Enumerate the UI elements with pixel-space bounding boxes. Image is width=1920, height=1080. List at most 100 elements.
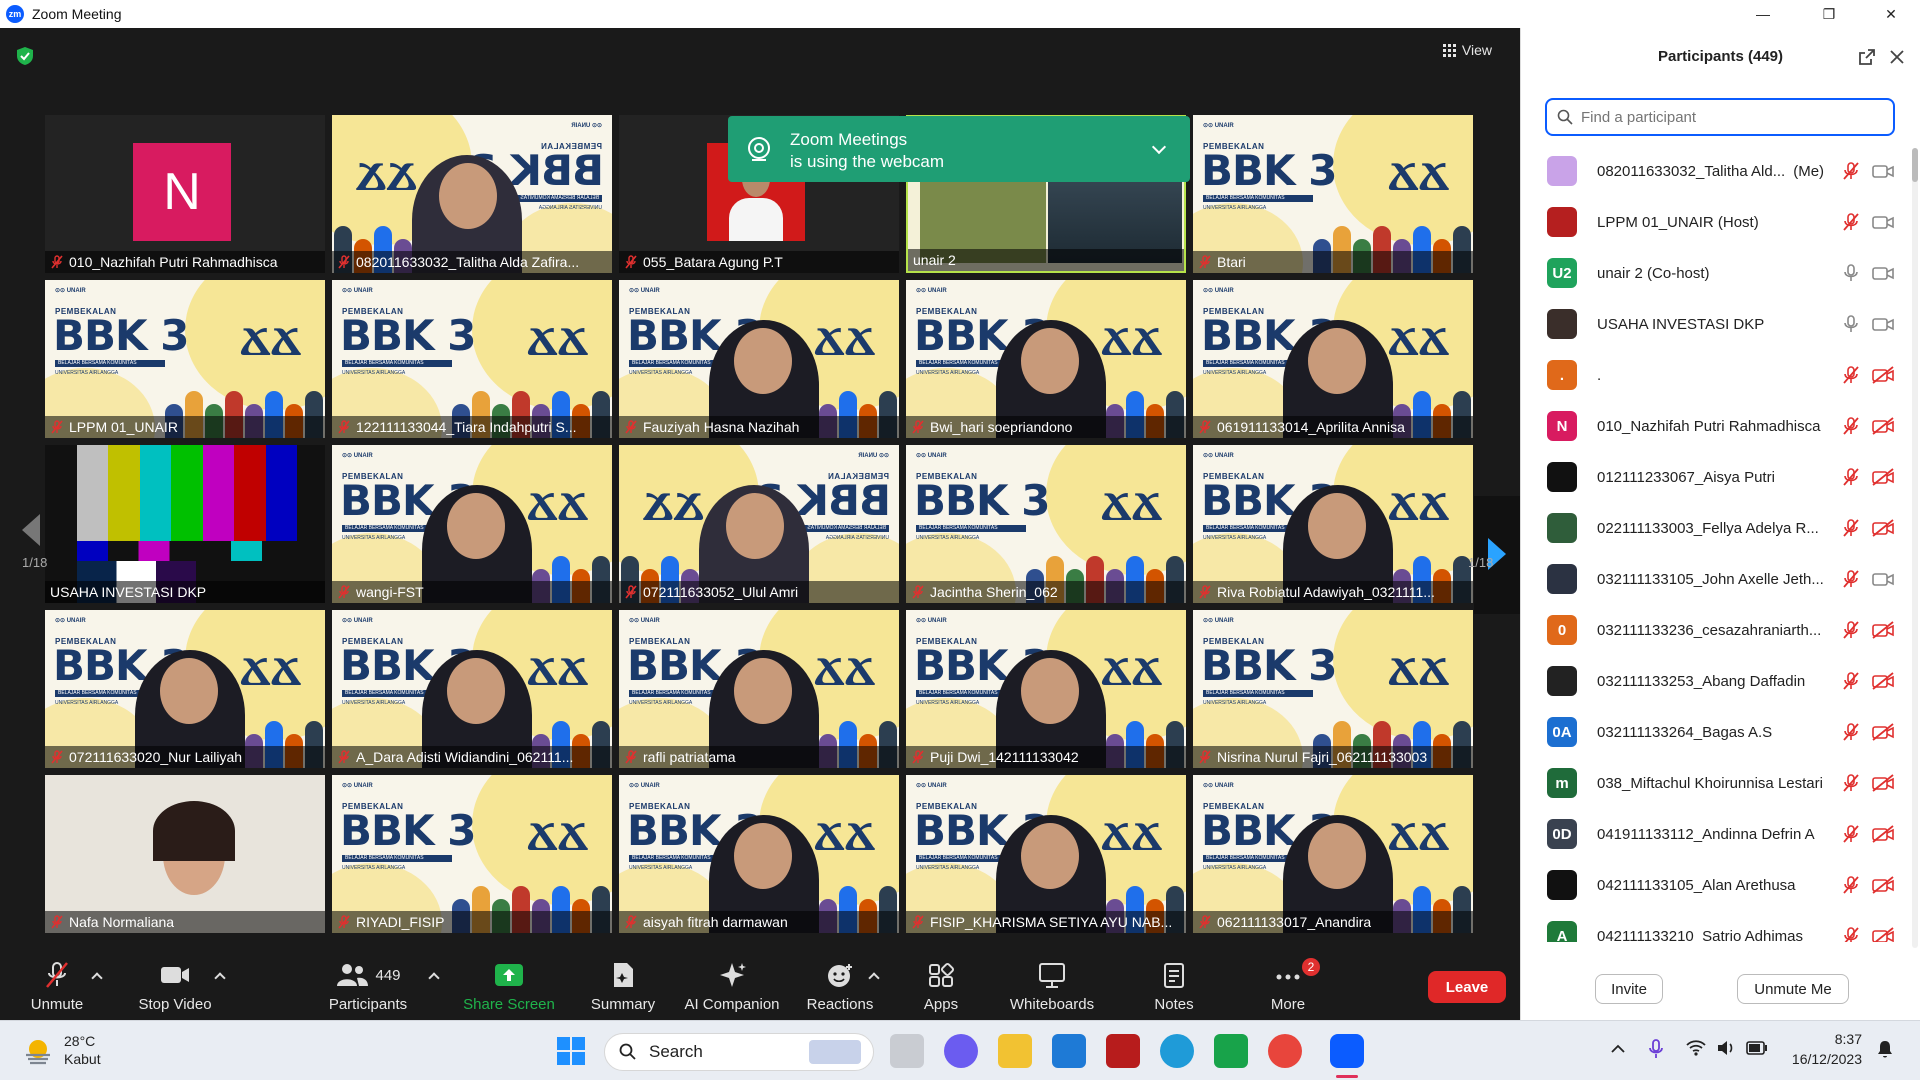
video-tile[interactable]: ⊙⊙ UNAIR PEMBEKALAN BBK 3 BELAJAR BERSAMA K… — [906, 775, 1186, 933]
webcam-toast[interactable]: Zoom Meetings is using the webcam — [728, 116, 1190, 182]
video-tile[interactable]: ⊙⊙ UNAIR PEMBEKALAN BBK 3 BELAJAR BERSAMA K… — [619, 775, 899, 933]
unmute-button[interactable]: Unmute — [20, 952, 94, 1020]
participants-button[interactable]: 449 Participants — [326, 952, 410, 1020]
participant-row[interactable]: 0A 032111133264_Bagas A.S — [1521, 707, 1920, 757]
summary-button[interactable]: Summary — [580, 952, 666, 1020]
leave-button[interactable]: Leave — [1428, 971, 1506, 1003]
unmute-me-button[interactable]: Unmute Me — [1737, 974, 1849, 1004]
video-off-icon[interactable] — [1871, 824, 1895, 844]
video-off-icon[interactable] — [1871, 722, 1895, 742]
participant-row[interactable]: 082011633032_Talitha Ald... (Me) — [1521, 146, 1920, 196]
mic-muted-icon[interactable] — [1841, 671, 1861, 691]
clock-date[interactable]: 16/12/2023 — [1786, 1051, 1862, 1067]
stop-video-button[interactable]: Stop Video — [132, 952, 218, 1020]
video-camera-icon[interactable] — [1871, 314, 1895, 334]
participant-row[interactable]: .. — [1521, 350, 1920, 400]
mic-muted-icon[interactable] — [1841, 722, 1861, 742]
participant-row[interactable]: U2 unair 2 (Co-host) — [1521, 248, 1920, 298]
participant-row[interactable]: 032111133253_Abang Daffadin — [1521, 656, 1920, 706]
popout-icon[interactable] — [1858, 48, 1876, 66]
reactions-button[interactable]: Reactions — [798, 952, 882, 1020]
apps-button[interactable]: Apps — [914, 952, 968, 1020]
participant-row[interactable]: USAHA INVESTASI DKP — [1521, 299, 1920, 349]
mic-muted-icon[interactable] — [1841, 467, 1861, 487]
windows-start-icon[interactable] — [554, 1034, 588, 1068]
mic-muted-icon[interactable] — [1841, 365, 1861, 385]
video-tile[interactable]: ⊙⊙ UNAIR PEMBEKALAN BBK 3 BELAJAR BERSAMA K… — [1193, 610, 1473, 768]
mic-muted-icon[interactable] — [1841, 926, 1861, 942]
mail-icon[interactable] — [1052, 1034, 1086, 1068]
video-off-icon[interactable] — [1871, 773, 1895, 793]
mic-muted-icon[interactable] — [1841, 875, 1861, 895]
participant-row[interactable]: 032111133105_John Axelle Jeth... — [1521, 554, 1920, 604]
participants-scrollbar[interactable] — [1912, 148, 1918, 948]
invite-button[interactable]: Invite — [1595, 974, 1663, 1004]
video-off-icon[interactable] — [1871, 416, 1895, 436]
video-tile[interactable]: ⊙⊙ UNAIR PEMBEKALAN BBK 3 BELAJAR BERSAMA K… — [332, 445, 612, 603]
video-tile[interactable]: ⊙⊙ UNAIR PEMBEKALAN BBK 3 BELAJAR BERSAMA K… — [1193, 775, 1473, 933]
video-tile[interactable]: ⊙⊙ UNAIR PEMBEKALAN BBK 3 BELAJAR BERSAMA K… — [332, 610, 612, 768]
video-tile[interactable]: ⊙⊙ UNAIR PEMBEKALAN BBK 3 BELAJAR BERSAMA K… — [332, 775, 612, 933]
participant-row[interactable]: LPPM 01_UNAIR (Host) — [1521, 197, 1920, 247]
mic-muted-icon[interactable] — [1841, 569, 1861, 589]
mic-muted-icon[interactable] — [1841, 518, 1861, 538]
video-off-icon[interactable] — [1871, 467, 1895, 487]
video-tile[interactable]: ⊙⊙ UNAIR PEMBEKALAN BBK 3 BELAJAR BERSAMA K… — [1193, 280, 1473, 438]
whiteboards-button[interactable]: Whiteboards — [1004, 952, 1100, 1020]
video-tile[interactable]: Nafa Normaliana — [45, 775, 325, 933]
participant-row[interactable]: A 042111133210_Satrio Adhimas — [1521, 911, 1920, 942]
participants-caret-icon[interactable] — [428, 972, 440, 984]
video-tile[interactable]: ⊙⊙ UNAIR PEMBEKALAN BBK 3 BELAJAR BERSAMA K… — [906, 445, 1186, 603]
find-participant-input[interactable] — [1581, 108, 1881, 126]
chevron-down-icon[interactable] — [1151, 139, 1167, 155]
video-camera-icon[interactable] — [1871, 161, 1895, 181]
view-button[interactable]: View — [1442, 42, 1492, 58]
participant-row[interactable]: 0 032111133236_cesazahraniarth... — [1521, 605, 1920, 655]
security-shield-icon[interactable] — [16, 46, 34, 66]
mic-icon[interactable] — [1841, 263, 1861, 283]
mic-muted-icon[interactable] — [1841, 773, 1861, 793]
mic-muted-icon[interactable] — [1841, 416, 1861, 436]
mic-muted-icon[interactable] — [1841, 620, 1861, 640]
video-off-icon[interactable] — [1871, 620, 1895, 640]
video-off-icon[interactable] — [1871, 926, 1895, 942]
notes-button[interactable]: Notes — [1146, 952, 1202, 1020]
participant-row[interactable]: 012111233067_Aisya Putri — [1521, 452, 1920, 502]
video-off-icon[interactable] — [1871, 671, 1895, 691]
clock-time[interactable]: 8:37 — [1800, 1031, 1862, 1047]
prev-page-arrow-icon[interactable] — [20, 512, 42, 548]
video-tile[interactable]: ⊙⊙ UNAIR PEMBEKALAN BBK 3 BELAJAR BERSAMA K… — [45, 610, 325, 768]
speaker-icon[interactable] — [1716, 1039, 1736, 1057]
video-tile[interactable]: ⊙⊙ UNAIR PEMBEKALAN BBK 3 BELAJAR BERSAMA K… — [619, 280, 899, 438]
close-window-button[interactable]: ✕ — [1866, 0, 1916, 28]
chevron-up-icon[interactable] — [1610, 1041, 1626, 1057]
battery-icon[interactable] — [1746, 1041, 1768, 1055]
chrome-icon[interactable] — [1268, 1034, 1302, 1068]
close-panel-icon[interactable] — [1888, 48, 1906, 66]
weather-widget[interactable]: 28°C Kabut — [22, 1031, 132, 1071]
video-tile[interactable]: ⊙⊙ UNAIR PEMBEKALAN BBK 3 BELAJAR BERSAMA K… — [1193, 115, 1473, 273]
participant-row[interactable]: 0D 041911133112_Andinna Defrin A — [1521, 809, 1920, 859]
video-camera-icon[interactable] — [1871, 212, 1895, 232]
video-off-icon[interactable] — [1871, 518, 1895, 538]
edge-browser-icon[interactable] — [1160, 1034, 1194, 1068]
participant-row[interactable]: 022111133003_Fellya Adelya R... — [1521, 503, 1920, 553]
video-tile[interactable]: ⊙⊙ UNAIR PEMBEKALAN BBK 3 BELAJAR BERSAMA K… — [332, 115, 612, 273]
taskbar-search-box[interactable]: Search — [604, 1033, 874, 1071]
ai-companion-button[interactable]: AI Companion — [680, 952, 784, 1020]
video-tile[interactable]: ⊙⊙ UNAIR PEMBEKALAN BBK 3 BELAJAR BERSAMA K… — [45, 280, 325, 438]
zoom-taskbar-icon[interactable] — [1330, 1034, 1364, 1068]
tray-mic-icon[interactable] — [1648, 1039, 1664, 1059]
mic-muted-icon[interactable] — [1841, 161, 1861, 181]
video-camera-icon[interactable] — [1871, 569, 1895, 589]
mic-icon[interactable] — [1841, 314, 1861, 334]
participant-row[interactable]: N 010_Nazhifah Putri Rahmadhisca — [1521, 401, 1920, 451]
teams-chat-icon[interactable] — [944, 1034, 978, 1068]
notification-bell-icon[interactable] — [1876, 1039, 1894, 1059]
video-tile[interactable]: ⊙⊙ UNAIR PEMBEKALAN BBK 3 BELAJAR BERSAMA K… — [1193, 445, 1473, 603]
participant-row[interactable]: m 038_Miftachul Khoirunnisa Lestari — [1521, 758, 1920, 808]
video-tile[interactable]: ⊙⊙ UNAIR PEMBEKALAN BBK 3 BELAJAR BERSAMA K… — [906, 610, 1186, 768]
xbox-icon[interactable] — [1214, 1034, 1248, 1068]
video-off-icon[interactable] — [1871, 365, 1895, 385]
find-participant-field[interactable] — [1545, 98, 1895, 136]
